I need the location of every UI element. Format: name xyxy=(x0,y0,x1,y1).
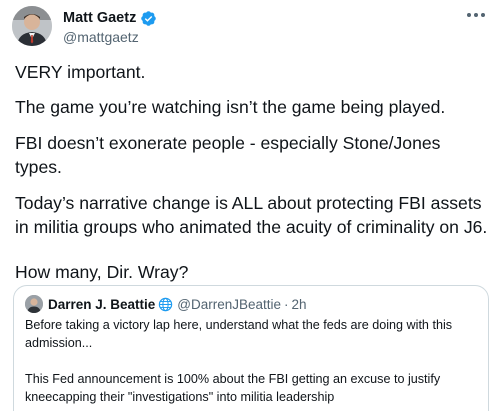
author-row: Matt Gaetz xyxy=(63,8,157,28)
tweet-card: Matt Gaetz @mattgaetz VERY important. Th… xyxy=(0,0,500,411)
author-name[interactable]: Matt Gaetz xyxy=(63,10,136,26)
tweet-paragraph: FBI doesn’t exonerate people - especiall… xyxy=(15,133,441,177)
separator-dot: · xyxy=(284,296,289,312)
tweet-paragraph: The game you’re watching isn’t the game … xyxy=(15,97,446,117)
quoted-author-name[interactable]: Darren J. Beattie xyxy=(48,297,155,312)
tweet-paragraph: VERY important. xyxy=(15,62,146,82)
quoted-author-avatar[interactable] xyxy=(25,295,43,313)
quoted-author-handle[interactable]: @DarrenJBeattie xyxy=(177,297,281,312)
author-avatar[interactable] xyxy=(12,6,52,46)
quoted-paragraph: Before taking a victory lap here, unders… xyxy=(25,318,453,350)
verified-badge-icon xyxy=(140,10,157,27)
globe-icon xyxy=(158,297,173,312)
quoted-timestamp[interactable]: 2h xyxy=(292,297,307,312)
more-options-icon[interactable] xyxy=(464,6,488,24)
quoted-paragraph: This Fed announcement is 100% about the … xyxy=(25,372,441,404)
quoted-tweet-header: Darren J. Beattie @DarrenJBeattie · 2h xyxy=(25,295,307,313)
author-handle[interactable]: @mattgaetz xyxy=(63,29,139,45)
tweet-paragraph: Today’s narrative change is ALL about pr… xyxy=(15,193,488,237)
quoted-tweet[interactable]: Darren J. Beattie @DarrenJBeattie · 2h B… xyxy=(13,285,489,411)
tweet-paragraph: How many, Dir. Wray? xyxy=(15,262,189,282)
